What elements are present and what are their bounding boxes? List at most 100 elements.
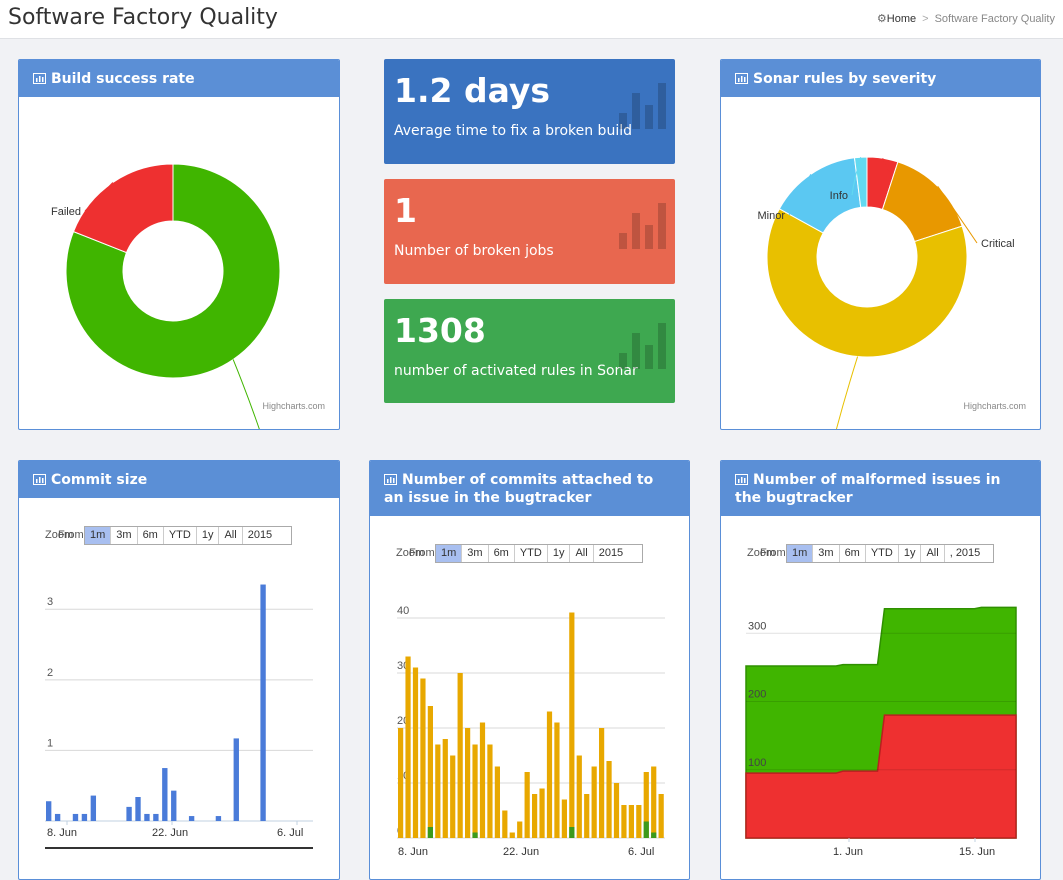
y-tick-label: 40 [397, 605, 409, 617]
attached-bar [651, 832, 657, 838]
range-date-input[interactable]: , 2015 [945, 545, 993, 562]
range-button-1m[interactable]: 1m [85, 527, 112, 544]
stat-value: 1308 [394, 311, 486, 350]
commit-size-chart: 1 2 3 8. Jun 22. Jun 6. Jul [45, 584, 313, 849]
malformed-issues-panel: Number of malformed issues in the bugtra… [720, 460, 1041, 880]
page-title: Software Factory Quality [8, 5, 278, 30]
x-tick-label: 6. Jul [277, 827, 303, 839]
stat-label: number of activated rules in Sonar [394, 363, 638, 379]
attached-bar [643, 821, 649, 838]
commit-bar [435, 744, 441, 838]
commit-bar [171, 790, 177, 821]
highcharts-credit[interactable]: Highcharts.com [262, 401, 325, 411]
bar-chart-icon [33, 474, 46, 485]
breadcrumb-current: Software Factory Quality [934, 13, 1055, 25]
range-button-1m[interactable]: 1m [436, 545, 463, 562]
commit-bar [487, 744, 493, 838]
commit-bar [628, 805, 634, 838]
y-tick-label: 1 [47, 737, 53, 749]
commit-size-title: Commit size [51, 472, 148, 488]
range-button-1y[interactable]: 1y [899, 545, 922, 562]
slice-label: Minor [757, 210, 785, 222]
range-button-6m[interactable]: 6m [840, 545, 866, 562]
commit-size-panel: Commit size Zoom From 1m 3m 6m YTD 1y Al… [18, 460, 340, 880]
commit-bar [658, 794, 664, 838]
range-button-ytd[interactable]: YTD [164, 527, 197, 544]
commit-bar [135, 797, 141, 821]
commit-bar [532, 794, 538, 838]
highcharts-credit[interactable]: Highcharts.com [963, 401, 1026, 411]
build-success-chart: SuccessfulFailed [51, 163, 281, 429]
malformed-issues-title: Number of malformed issues in the bugtra… [735, 472, 1001, 506]
bar-chart-icon [619, 83, 666, 129]
commit-bar [569, 612, 575, 838]
bar-chart-icon [735, 73, 748, 84]
commits-attached-title: Number of commits attached to an issue i… [384, 472, 654, 506]
stat-value: 1.2 days [394, 71, 550, 110]
range-buttons: 1m 3m 6m YTD 1y All 2015 [84, 526, 292, 545]
range-button-ytd[interactable]: YTD [515, 545, 548, 562]
stat-broken-jobs: 1 Number of broken jobs [384, 179, 675, 284]
commit-bar [54, 813, 61, 821]
sonar-severity-panel: Sonar rules by severity BlockerCriticalM… [720, 59, 1041, 430]
range-button-3m[interactable]: 3m [111, 527, 138, 544]
commit-bar [81, 813, 88, 821]
from-label: From [760, 547, 786, 559]
page-header: Software Factory Quality ⚙Home > Software … [0, 0, 1063, 39]
commit-bar [72, 813, 79, 821]
commit-bar [457, 673, 463, 838]
y-tick-label: 100 [748, 757, 766, 769]
stat-label: Average time to fix a broken build [394, 123, 632, 139]
x-tick-label: 8. Jun [47, 827, 77, 839]
commit-bar [561, 799, 567, 838]
commit-bar [509, 832, 515, 838]
range-button-6m[interactable]: 6m [138, 527, 164, 544]
commit-bar [90, 795, 97, 821]
slice-connector [232, 359, 260, 429]
commit-bar [599, 728, 605, 838]
range-button-6m[interactable]: 6m [489, 545, 515, 562]
stat-label: Number of broken jobs [394, 243, 554, 259]
commits-attached-header: Number of commits attached to an issue i… [370, 461, 689, 516]
y-tick-label: 3 [47, 596, 53, 608]
commit-bar [479, 722, 486, 838]
home-icon[interactable]: ⚙ [877, 13, 887, 25]
slice-label: Info [830, 190, 848, 202]
range-button-3m[interactable]: 3m [813, 545, 840, 562]
range-button-3m[interactable]: 3m [462, 545, 489, 562]
stat-value: 1 [394, 191, 417, 230]
range-date-input[interactable]: 2015 [243, 527, 291, 544]
range-button-1y[interactable]: 1y [548, 545, 571, 562]
attached-bar [427, 827, 433, 838]
slice-label: Failed [51, 206, 81, 218]
slice-connector [835, 356, 859, 429]
x-tick-label: 1. Jun [833, 846, 863, 858]
commit-bar [188, 816, 195, 821]
range-button-all[interactable]: All [570, 545, 594, 562]
commit-bar [539, 788, 545, 838]
range-button-ytd[interactable]: YTD [866, 545, 899, 562]
range-button-all[interactable]: All [921, 545, 945, 562]
breadcrumb-separator: > [922, 13, 929, 25]
commit-bar [398, 728, 404, 838]
commit-bar [405, 656, 411, 838]
breadcrumb-home-link[interactable]: Home [887, 13, 916, 25]
commit-bar [465, 728, 471, 838]
build-success-title: Build success rate [51, 71, 195, 87]
range-button-all[interactable]: All [219, 527, 243, 544]
commit-bar [233, 738, 239, 821]
range-button-1m[interactable]: 1m [787, 545, 814, 562]
commit-bar [260, 584, 266, 821]
commit-bar [420, 678, 426, 838]
build-success-panel: Build success rate SuccessfulFailed High… [18, 59, 340, 430]
commit-bar [153, 813, 159, 821]
slice-label: Critical [981, 238, 1015, 250]
commit-bar [144, 813, 150, 821]
range-button-1y[interactable]: 1y [197, 527, 220, 544]
sonar-severity-header: Sonar rules by severity [721, 60, 1040, 97]
breadcrumb: ⚙Home > Software Factory Quality [877, 12, 1055, 25]
x-tick-label: 22. Jun [152, 827, 188, 839]
bar-chart-icon [619, 203, 666, 249]
range-date-input[interactable]: 2015 [594, 545, 642, 562]
from-label: From [58, 529, 84, 541]
